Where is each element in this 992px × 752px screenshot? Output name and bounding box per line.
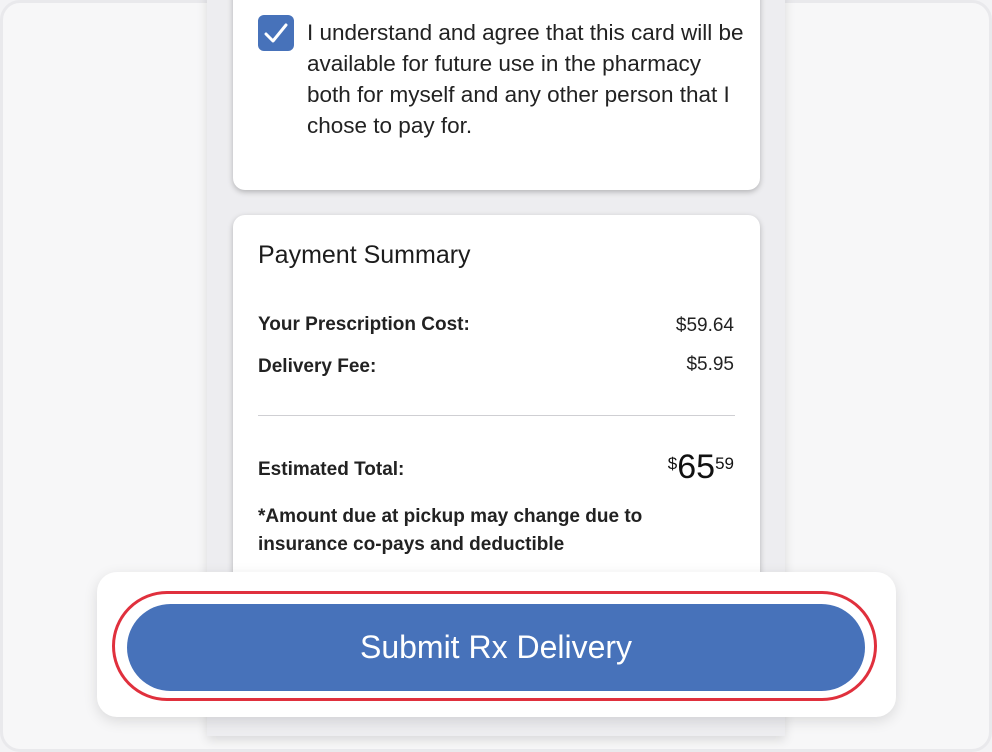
summary-divider [258,415,735,416]
estimated-total-value: $ 65 59 [668,449,734,485]
prescription-cost-value: $59.64 [675,315,734,336]
delivery-fee-label: Delivery Fee: [258,356,377,377]
total-dollars: 65 [677,448,716,486]
total-currency-symbol: $ [667,454,678,473]
pickup-disclaimer: *Amount due at pickup may change due to … [258,506,643,555]
prescription-cost-label: Your Prescription Cost: [258,314,470,335]
submit-rx-delivery-button[interactable]: Submit Rx Delivery [127,604,865,691]
payment-summary-title: Payment Summary [258,241,471,269]
estimated-total-label: Estimated Total: [258,459,405,480]
consent-text: I understand and agree that this card wi… [307,20,744,138]
total-cents: 59 [715,454,734,473]
delivery-fee-value: $5.95 [686,354,734,375]
checkmark-icon [264,23,288,43]
consent-checkbox[interactable] [258,15,294,51]
